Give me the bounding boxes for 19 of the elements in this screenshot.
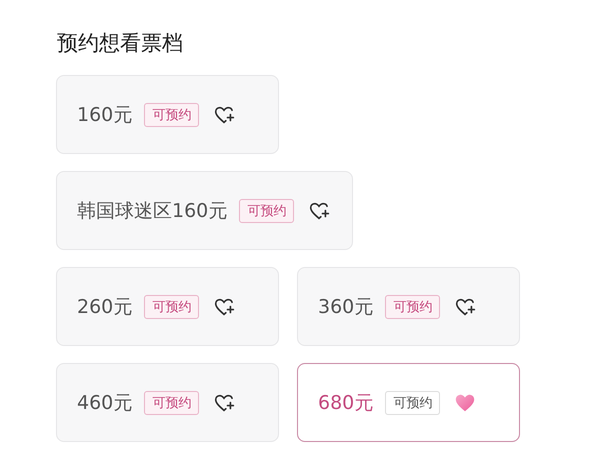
ticket-tier-card[interactable]: 160元 可预约 [56, 75, 279, 154]
status-tag: 可预约 [239, 198, 294, 222]
price-label: 460元 [77, 390, 132, 416]
status-tag: 可预约 [385, 294, 440, 318]
status-tag: 可预约 [385, 390, 440, 414]
section-title: 预约想看票档 [57, 30, 184, 57]
ticket-tier-card[interactable]: 680元 可预约 [297, 363, 520, 442]
price-label: 韩国球迷区160元 [77, 198, 228, 224]
status-tag: 可预约 [144, 294, 200, 318]
price-label: 160元 [77, 102, 132, 128]
ticket-tier-card[interactable]: 360元 可预约 [297, 267, 520, 346]
ticket-tier-card[interactable]: 韩国球迷区160元 可预约 [56, 171, 354, 250]
ticket-tier-card[interactable]: 460元 可预约 [56, 363, 279, 442]
price-label: 680元 [318, 390, 374, 416]
status-tag: 可预约 [144, 390, 200, 414]
ticket-tier-card[interactable]: 260元 可预约 [56, 267, 279, 346]
status-tag: 可预约 [144, 102, 200, 126]
price-label: 260元 [77, 294, 132, 320]
price-label: 360元 [318, 294, 374, 320]
